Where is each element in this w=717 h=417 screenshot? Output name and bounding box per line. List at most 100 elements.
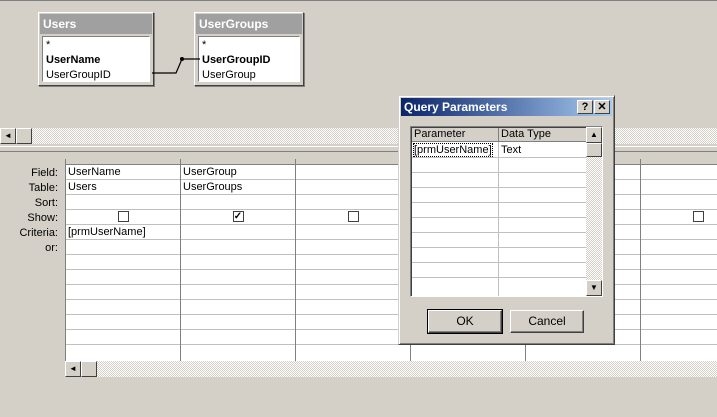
show-cell[interactable]: ✓	[181, 210, 295, 225]
criteria-cell[interactable]	[641, 225, 717, 240]
show-cell[interactable]	[66, 210, 180, 225]
usergroups-table-fieldlist[interactable]: UserGroups * UserGroupID UserGroup	[194, 12, 304, 86]
criteria-cell[interactable]	[296, 225, 410, 240]
sort-cell[interactable]	[66, 195, 180, 210]
usergroups-field-list[interactable]: * UserGroupID UserGroup	[198, 36, 300, 82]
users-field-username[interactable]: UserName	[46, 53, 149, 68]
query-parameters-dialog: Query Parameters ? ✕ Parameter Data Type…	[398, 95, 615, 345]
field-cell[interactable]	[641, 165, 717, 180]
table-cell[interactable]	[641, 180, 717, 195]
sort-cell[interactable]	[181, 195, 295, 210]
empty-cell[interactable]	[181, 315, 295, 330]
empty-cell[interactable]	[296, 330, 410, 345]
show-checkbox[interactable]	[347, 210, 359, 222]
or-cell[interactable]	[296, 240, 410, 255]
or-cell[interactable]	[181, 240, 295, 255]
sort-cell[interactable]	[641, 195, 717, 210]
users-table-title[interactable]: Users	[40, 14, 152, 34]
grid-column[interactable]	[641, 159, 717, 361]
empty-cell[interactable]	[66, 315, 180, 330]
row-label-or: or:	[45, 242, 58, 254]
empty-cell[interactable]	[181, 330, 295, 345]
empty-cell[interactable]	[641, 285, 717, 300]
show-cell[interactable]	[641, 210, 717, 225]
empty-cell[interactable]	[181, 300, 295, 315]
users-field-usergroupid[interactable]: UserGroupID	[46, 68, 149, 83]
parameters-vscrollbar[interactable]: ▲ ▼	[586, 127, 602, 296]
parameter-column-header[interactable]: Parameter	[412, 128, 499, 142]
join-line[interactable]	[150, 55, 202, 79]
empty-cell[interactable]	[66, 270, 180, 285]
parameters-grid[interactable]: Parameter Data Type [prmUserName] Text ▲…	[410, 126, 603, 297]
scroll-left-icon[interactable]: ◄	[65, 361, 81, 377]
empty-cell[interactable]	[181, 270, 295, 285]
row-divider	[412, 262, 588, 263]
empty-cell[interactable]	[641, 255, 717, 270]
field-cell[interactable]	[296, 165, 410, 180]
sort-cell[interactable]	[296, 195, 410, 210]
grid-column[interactable]: UserGroup UserGroups ✓	[181, 159, 296, 361]
show-checkbox[interactable]	[117, 210, 129, 222]
usergroups-field-all[interactable]: *	[202, 38, 299, 53]
empty-cell[interactable]	[641, 270, 717, 285]
empty-cell[interactable]	[641, 315, 717, 330]
scroll-thumb[interactable]	[81, 361, 97, 377]
close-icon[interactable]: ✕	[594, 100, 610, 114]
table-cell[interactable]: UserGroups	[181, 180, 295, 195]
row-divider	[412, 172, 588, 173]
grid-hscrollbar[interactable]: ◄	[65, 361, 717, 377]
usergroups-field-usergroupid[interactable]: UserGroupID	[202, 53, 299, 68]
empty-cell[interactable]	[296, 255, 410, 270]
grid-column[interactable]: UserName Users [prmUserName]	[66, 159, 181, 361]
row-divider	[412, 202, 588, 203]
scroll-down-icon[interactable]: ▼	[586, 280, 602, 296]
empty-cell[interactable]	[641, 300, 717, 315]
grid-column[interactable]	[296, 159, 411, 361]
row-label-show: Show:	[27, 212, 58, 224]
scroll-thumb[interactable]	[16, 128, 32, 144]
users-field-all[interactable]: *	[46, 38, 149, 53]
scroll-left-icon[interactable]: ◄	[0, 128, 16, 144]
scroll-thumb[interactable]	[586, 143, 602, 157]
empty-cell[interactable]	[296, 300, 410, 315]
show-cell[interactable]	[296, 210, 410, 225]
usergroups-field-usergroup[interactable]: UserGroup	[202, 68, 299, 83]
empty-cell[interactable]	[66, 300, 180, 315]
parameter-cell[interactable]: [prmUserName]	[412, 143, 498, 157]
empty-cell[interactable]	[296, 270, 410, 285]
show-checkbox[interactable]	[692, 210, 704, 222]
criteria-cell[interactable]: [prmUserName]	[66, 225, 180, 240]
empty-cell[interactable]	[66, 285, 180, 300]
scroll-up-icon[interactable]: ▲	[586, 127, 602, 143]
row-label-field: Field:	[31, 167, 58, 179]
empty-cell[interactable]	[66, 330, 180, 345]
or-cell[interactable]	[66, 240, 180, 255]
or-cell[interactable]	[641, 240, 717, 255]
empty-cell[interactable]	[66, 255, 180, 270]
parameter-value[interactable]: [prmUserName]	[413, 143, 493, 157]
field-cell[interactable]: UserGroup	[181, 165, 295, 180]
datatype-cell[interactable]: Text	[499, 143, 587, 157]
ok-button[interactable]: OK	[427, 309, 503, 334]
table-cell[interactable]	[296, 180, 410, 195]
cancel-button[interactable]: Cancel	[510, 310, 584, 333]
criteria-cell[interactable]	[181, 225, 295, 240]
dialog-titlebar[interactable]: Query Parameters ? ✕	[401, 98, 612, 116]
empty-cell[interactable]	[181, 285, 295, 300]
usergroups-table-title[interactable]: UserGroups	[196, 14, 302, 34]
table-cell[interactable]: Users	[66, 180, 180, 195]
field-cell[interactable]: UserName	[66, 165, 180, 180]
empty-cell[interactable]	[181, 255, 295, 270]
users-field-list[interactable]: * UserName UserGroupID	[42, 36, 150, 82]
row-label-criteria: Criteria:	[19, 227, 58, 239]
empty-cell[interactable]	[641, 330, 717, 345]
help-icon[interactable]: ?	[577, 100, 593, 114]
query-design-grid[interactable]: UserName Users [prmUserName] UserGroup U…	[65, 159, 717, 361]
show-checkbox[interactable]: ✓	[232, 210, 244, 222]
column-divider	[498, 142, 499, 296]
empty-cell[interactable]	[296, 315, 410, 330]
row-divider	[412, 247, 588, 248]
users-table-fieldlist[interactable]: Users * UserName UserGroupID	[38, 12, 154, 86]
empty-cell[interactable]	[296, 285, 410, 300]
datatype-column-header[interactable]: Data Type	[499, 128, 588, 142]
